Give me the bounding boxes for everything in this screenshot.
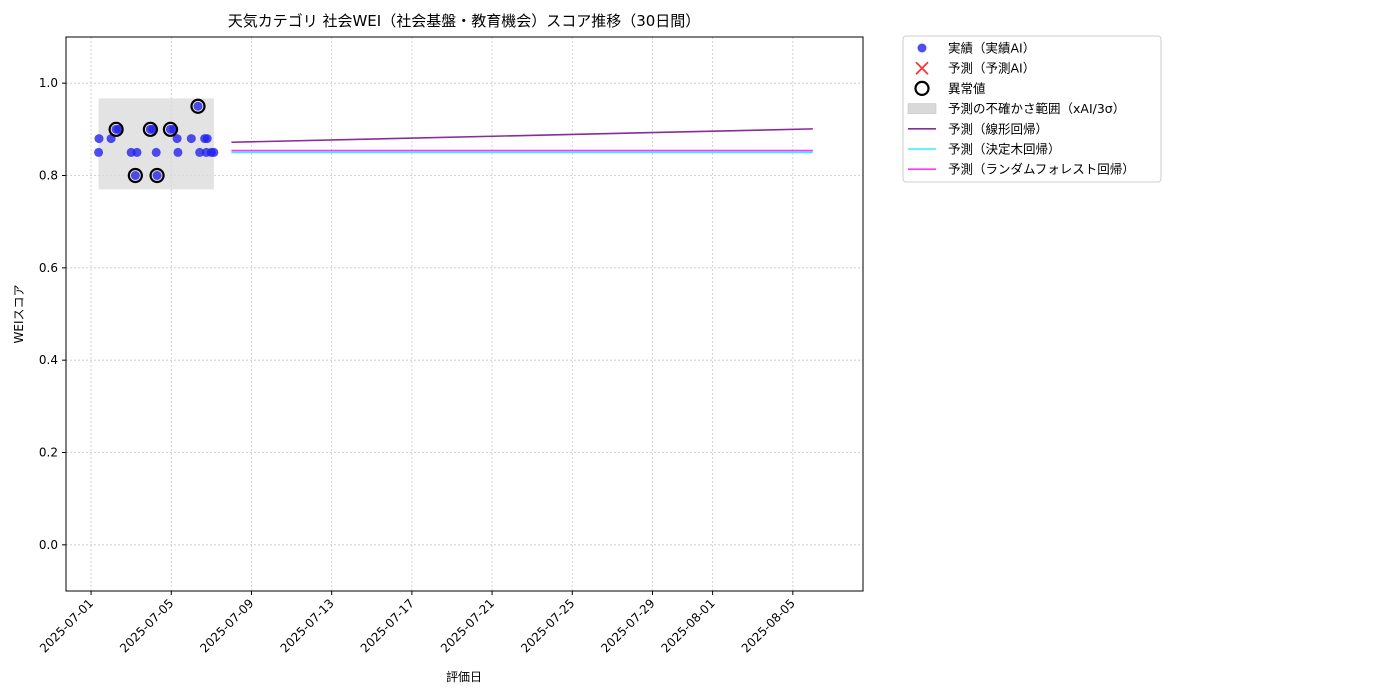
actual-point: [94, 147, 104, 157]
actual-point: [132, 147, 142, 157]
x-tick-label: 2025-07-25: [518, 596, 577, 655]
y-tick-label: 0.2: [39, 446, 58, 460]
legend-dot-marker: [917, 43, 927, 53]
x-tick-label: 2025-07-29: [598, 596, 657, 655]
x-tick-label: 2025-07-01: [37, 596, 96, 655]
actual-point: [186, 134, 196, 144]
legend-entry-label: 予測（決定木回帰）: [948, 142, 1061, 157]
y-axis-label: WEIスコア: [12, 285, 26, 344]
legend-entry-label: 予測の不確かさ範囲（xAI/3σ）: [948, 101, 1125, 116]
x-tick-label: 2025-07-13: [278, 596, 337, 655]
y-tick-label: 0.6: [39, 261, 58, 275]
x-tick-label: 2025-08-05: [739, 596, 798, 655]
actual-point: [202, 134, 212, 144]
y-tick-label: 0.0: [39, 538, 58, 552]
legend-entry-label: 予測（ランダムフォレスト回帰）: [948, 162, 1135, 177]
actual-point: [209, 147, 219, 157]
y-tick-label: 0.4: [39, 353, 58, 367]
chart: 天気カテゴリ 社会WEI（社会基盤・教育機会）スコア推移（30日間） 2025-…: [12, 12, 1162, 684]
prediction-line: [231, 128, 813, 144]
x-tick-label: 2025-08-01: [659, 596, 718, 655]
actual-point: [130, 171, 140, 180]
actual-point: [152, 171, 162, 180]
actual-point: [94, 134, 104, 144]
actual-point: [193, 101, 203, 111]
y-tick-label: 1.0: [39, 76, 58, 90]
legend-entry-label: 実績（実績AI）: [948, 41, 1035, 56]
series-layer: [231, 128, 813, 154]
actual-point: [151, 147, 161, 157]
legend-band-patch: [907, 103, 937, 114]
y-tick-label: 0.8: [39, 169, 58, 183]
legend-entry-label: 予測（線形回帰）: [948, 121, 1048, 136]
x-tick-label: 2025-07-17: [358, 596, 417, 655]
legend-entry-label: 異常値: [948, 81, 986, 96]
x-tick-label: 2025-07-05: [117, 596, 176, 655]
legend: 実績（実績AI） 予測（予測AI） 異常値予測の不確かさ範囲（xAI/3σ） 予測（線…: [902, 35, 1162, 183]
legend-entry-label: 予測（予測AI）: [948, 61, 1035, 76]
x-tick-label: 2025-07-21: [438, 596, 497, 655]
x-tick-label: 2025-07-09: [197, 596, 256, 655]
chart-title: 天気カテゴリ 社会WEI（社会基盤・教育機会）スコア推移（30日間）: [228, 12, 701, 30]
x-axis-label: 評価日: [446, 669, 482, 684]
actual-point: [173, 147, 183, 157]
